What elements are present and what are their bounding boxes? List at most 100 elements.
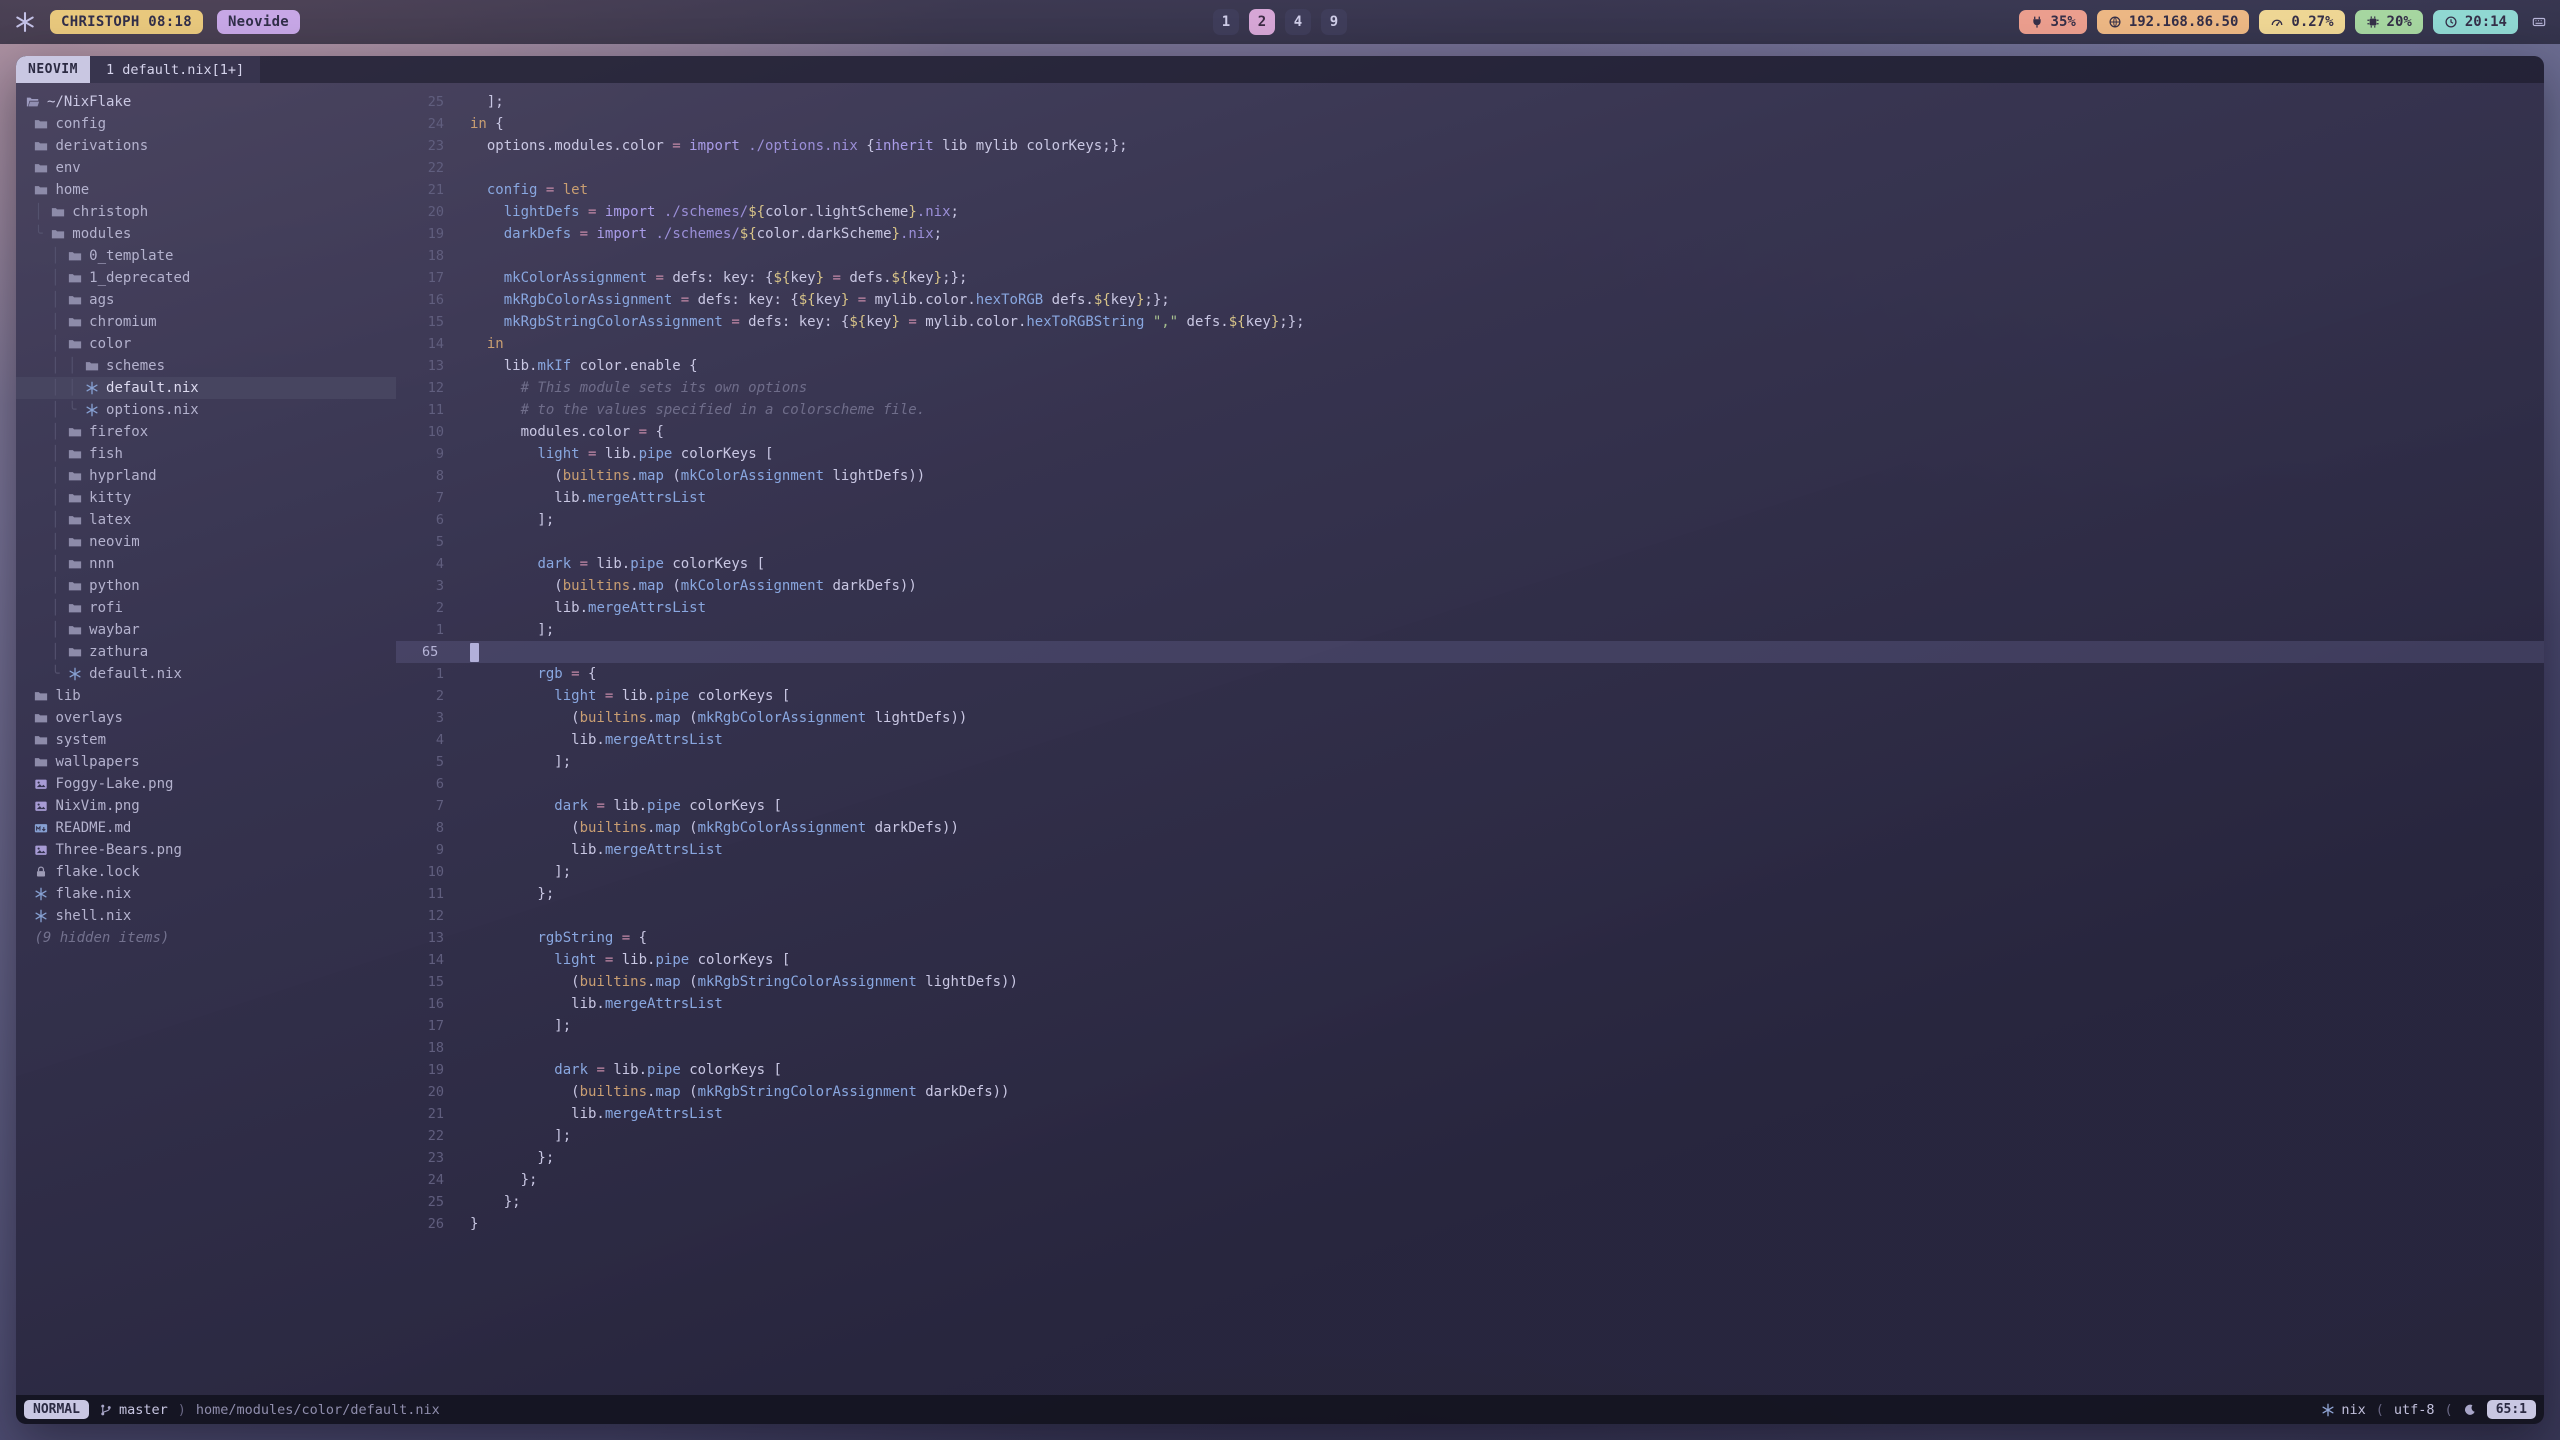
code-line[interactable]: 8 (builtins.map (mkColorAssignment light… (396, 465, 2544, 487)
tree-item[interactable]: Three-Bears.png (16, 839, 396, 861)
code-line[interactable]: 4 lib.mergeAttrsList (396, 729, 2544, 751)
tree-item[interactable]: │ │ default.nix (16, 377, 396, 399)
code-line[interactable]: 10 ]; (396, 861, 2544, 883)
code-line[interactable]: 6 (396, 773, 2544, 795)
code-line[interactable]: 1 rgb = { (396, 663, 2544, 685)
code-line[interactable]: 11 }; (396, 883, 2544, 905)
code-line[interactable]: 23 options.modules.color = import ./opti… (396, 135, 2544, 157)
tree-item[interactable]: ╰ modules (16, 223, 396, 245)
line-number: 19 (396, 223, 458, 245)
code-line[interactable]: 2 light = lib.pipe colorKeys [ (396, 685, 2544, 707)
code-line[interactable]: 26} (396, 1213, 2544, 1235)
code-line[interactable]: 20 lightDefs = import ./schemes/${color.… (396, 201, 2544, 223)
tree-item[interactable]: │ ╰ options.nix (16, 399, 396, 421)
code-line[interactable]: 14 light = lib.pipe colorKeys [ (396, 949, 2544, 971)
code-line[interactable]: 1 ]; (396, 619, 2544, 641)
tree-item[interactable]: │ neovim (16, 531, 396, 553)
tree-item[interactable]: overlays (16, 707, 396, 729)
tree-item[interactable]: │ rofi (16, 597, 396, 619)
code-line[interactable]: 22 (396, 157, 2544, 179)
tree-item[interactable]: │ python (16, 575, 396, 597)
code-line[interactable]: 25 ]; (396, 91, 2544, 113)
tree-item[interactable]: │ hyprland (16, 465, 396, 487)
code-line[interactable]: 6 ]; (396, 509, 2544, 531)
tree-item[interactable]: env (16, 157, 396, 179)
code-line[interactable]: 13 rgbString = { (396, 927, 2544, 949)
code-line[interactable]: 23 }; (396, 1147, 2544, 1169)
code-line[interactable]: 16 mkRgbColorAssignment = defs: key: {${… (396, 289, 2544, 311)
code-line[interactable]: 3 (builtins.map (mkRgbColorAssignment li… (396, 707, 2544, 729)
editor-buffer[interactable]: 25 ];24in {23 options.modules.color = im… (396, 83, 2544, 1395)
tree-item[interactable]: NixVim.png (16, 795, 396, 817)
code-line[interactable]: 14 in (396, 333, 2544, 355)
tree-item[interactable]: flake.nix (16, 883, 396, 905)
tree-item[interactable]: derivations (16, 135, 396, 157)
tree-item[interactable]: │ kitty (16, 487, 396, 509)
code-line[interactable]: 17 ]; (396, 1015, 2544, 1037)
workspace-9[interactable]: 9 (1321, 9, 1347, 35)
code-line[interactable]: 11 # to the values specified in a colors… (396, 399, 2544, 421)
code-line[interactable]: 22 ]; (396, 1125, 2544, 1147)
tree-item[interactable]: │ │ schemes (16, 355, 396, 377)
code-line[interactable]: 18 (396, 1037, 2544, 1059)
code-line[interactable]: 18 (396, 245, 2544, 267)
tree-item[interactable]: │ firefox (16, 421, 396, 443)
code-line[interactable]: 24in { (396, 113, 2544, 135)
code-line[interactable]: 12 # This module sets its own options (396, 377, 2544, 399)
tree-item[interactable]: Foggy-Lake.png (16, 773, 396, 795)
tree-item[interactable]: ~/NixFlake (16, 91, 396, 113)
tree-item[interactable]: │ ags (16, 289, 396, 311)
tab-default-nix[interactable]: 1 default.nix[1+] (90, 56, 260, 83)
tree-item[interactable]: │ 0_template (16, 245, 396, 267)
code-line[interactable]: 7 lib.mergeAttrsList (396, 487, 2544, 509)
tree-item[interactable]: │ christoph (16, 201, 396, 223)
code-line[interactable]: 10 modules.color = { (396, 421, 2544, 443)
code-line[interactable]: 24 }; (396, 1169, 2544, 1191)
code-line[interactable]: 25 }; (396, 1191, 2544, 1213)
code-line[interactable]: 5 ]; (396, 751, 2544, 773)
code-line[interactable]: 21 lib.mergeAttrsList (396, 1103, 2544, 1125)
tree-item[interactable]: │ waybar (16, 619, 396, 641)
tree-item[interactable]: │ 1_deprecated (16, 267, 396, 289)
code-line[interactable]: 12 (396, 905, 2544, 927)
code-line[interactable]: 20 (builtins.map (mkRgbStringColorAssign… (396, 1081, 2544, 1103)
workspace-1[interactable]: 1 (1213, 9, 1239, 35)
code-line[interactable]: 13 lib.mkIf color.enable { (396, 355, 2544, 377)
indent-guide (26, 864, 34, 880)
tree-item[interactable]: ╰ default.nix (16, 663, 396, 685)
code-line[interactable]: 3 (builtins.map (mkColorAssignment darkD… (396, 575, 2544, 597)
tree-item[interactable]: │ fish (16, 443, 396, 465)
workspace-2[interactable]: 2 (1249, 9, 1275, 35)
code-line[interactable]: 7 dark = lib.pipe colorKeys [ (396, 795, 2544, 817)
code-line[interactable]: 5 (396, 531, 2544, 553)
code-line[interactable]: 19 dark = lib.pipe colorKeys [ (396, 1059, 2544, 1081)
code-line[interactable]: 4 dark = lib.pipe colorKeys [ (396, 553, 2544, 575)
tree-item[interactable]: │ nnn (16, 553, 396, 575)
code-line[interactable]: 8 (builtins.map (mkRgbColorAssignment da… (396, 817, 2544, 839)
tree-item[interactable]: lib (16, 685, 396, 707)
tree-item[interactable]: config (16, 113, 396, 135)
tree-item[interactable]: wallpapers (16, 751, 396, 773)
workspace-4[interactable]: 4 (1285, 9, 1311, 35)
tree-item[interactable]: shell.nix (16, 905, 396, 927)
tree-item[interactable]: │ latex (16, 509, 396, 531)
code-line[interactable]: 15 mkRgbStringColorAssignment = defs: ke… (396, 311, 2544, 333)
code-line[interactable]: 65 (396, 641, 2544, 663)
tree-item[interactable]: flake.lock (16, 861, 396, 883)
code-line[interactable]: 21 config = let (396, 179, 2544, 201)
code-line[interactable]: 15 (builtins.map (mkRgbStringColorAssign… (396, 971, 2544, 993)
tree-item[interactable]: README.md (16, 817, 396, 839)
code-line[interactable]: 16 lib.mergeAttrsList (396, 993, 2544, 1015)
tree-item[interactable]: │ chromium (16, 311, 396, 333)
code-line[interactable]: 19 darkDefs = import ./schemes/${color.d… (396, 223, 2544, 245)
tree-item[interactable]: home (16, 179, 396, 201)
tree-item[interactable]: (9 hidden items) (16, 927, 396, 949)
code-line[interactable]: 9 lib.mergeAttrsList (396, 839, 2544, 861)
tree-item[interactable]: │ zathura (16, 641, 396, 663)
tree-item[interactable]: │ color (16, 333, 396, 355)
code-line[interactable]: 17 mkColorAssignment = defs: key: {${key… (396, 267, 2544, 289)
code-line[interactable]: 9 light = lib.pipe colorKeys [ (396, 443, 2544, 465)
code-line[interactable]: 2 lib.mergeAttrsList (396, 597, 2544, 619)
tree-item[interactable]: system (16, 729, 396, 751)
git-branch: master (99, 1402, 168, 1418)
